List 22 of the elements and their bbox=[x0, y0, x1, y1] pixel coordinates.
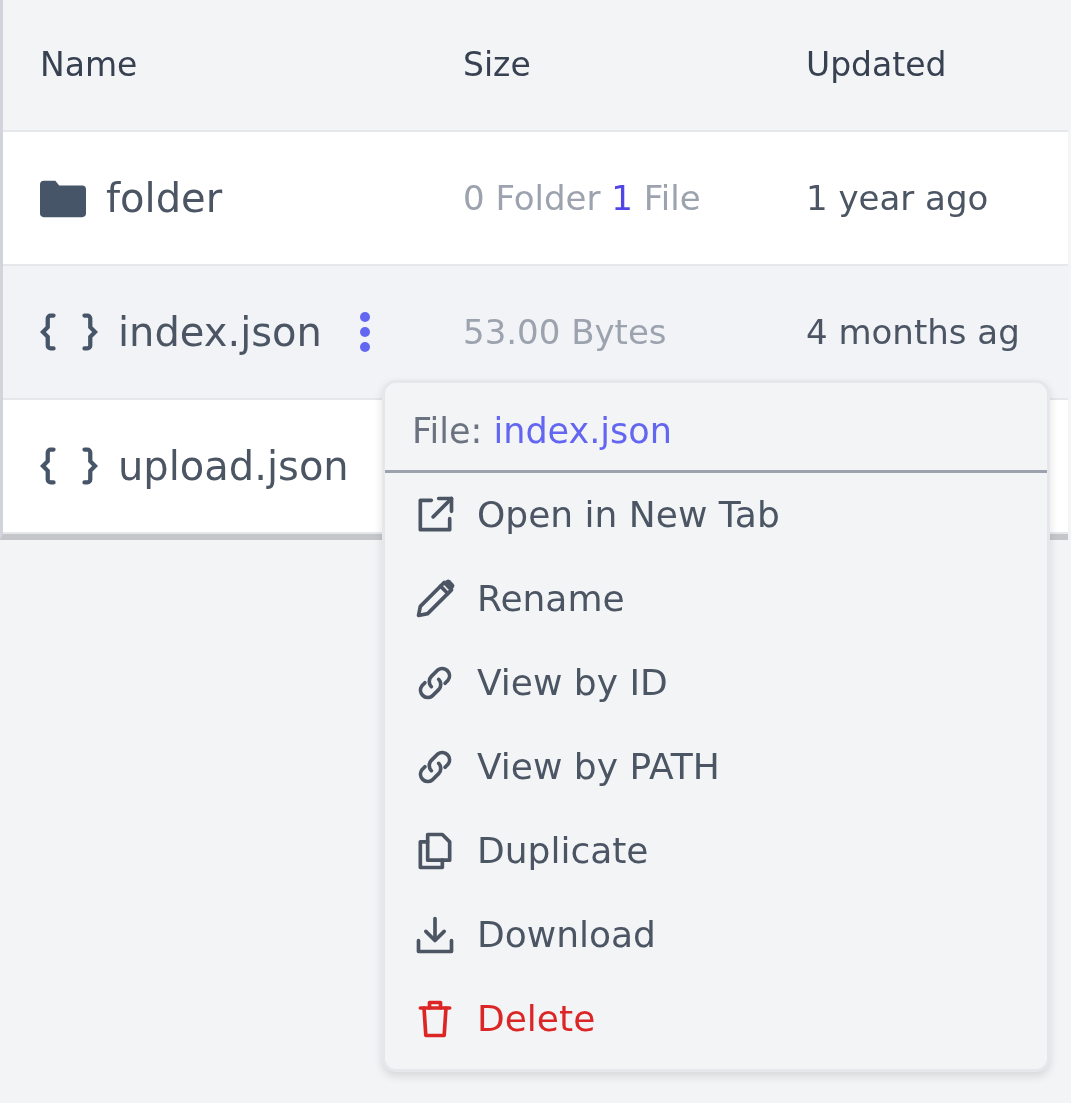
updated-text: 4 months ag bbox=[806, 311, 1020, 352]
column-header[interactable]: Updated bbox=[806, 40, 1068, 90]
menu-item[interactable]: View by ID bbox=[385, 640, 1047, 725]
menu-item[interactable]: Download bbox=[385, 892, 1047, 977]
more-options-icon[interactable] bbox=[357, 311, 372, 353]
braces-icon bbox=[40, 312, 98, 352]
file-name[interactable]: upload.json bbox=[118, 436, 349, 496]
menu-item[interactable]: Rename bbox=[385, 556, 1047, 641]
menu-item[interactable]: Duplicate bbox=[385, 808, 1047, 893]
size-text: 53.00 Bytes bbox=[463, 311, 667, 352]
folder-name[interactable]: folder bbox=[106, 168, 223, 228]
column-header[interactable]: Size bbox=[463, 40, 806, 90]
folder-icon bbox=[40, 178, 86, 218]
size-text: 0 Folder 1 File bbox=[463, 177, 701, 218]
column-header[interactable]: Name bbox=[3, 40, 463, 90]
menu-item[interactable]: Delete bbox=[385, 976, 1047, 1061]
updated-text: 1 year ago bbox=[806, 177, 989, 218]
braces-icon bbox=[40, 446, 98, 486]
file-name[interactable]: index.json bbox=[118, 302, 322, 362]
menu-item[interactable]: View by PATH bbox=[385, 724, 1047, 809]
menu-item[interactable]: Open in New Tab bbox=[385, 472, 1047, 557]
menu-title: File: index.json bbox=[412, 410, 673, 453]
